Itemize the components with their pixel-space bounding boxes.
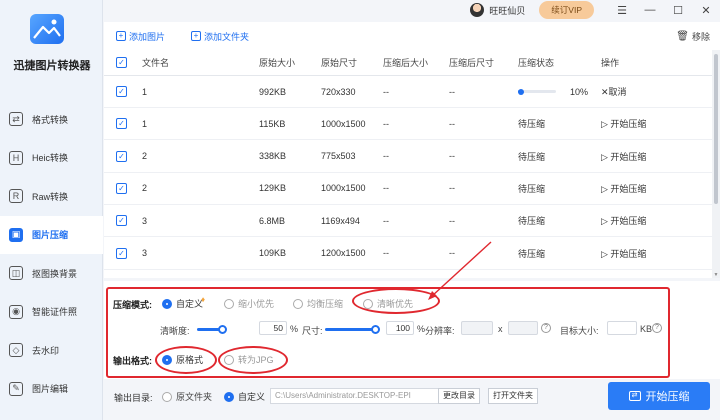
compress-icon: ⇄ [628,391,641,401]
start-compress-label: 开始压缩 [645,391,690,403]
change-dir-button[interactable]: 更改目录 [438,388,480,404]
open-folder-button[interactable]: 打开文件夹 [488,388,538,404]
start-compress-button[interactable]: ⇄ 开始压缩 [608,382,710,410]
radio-dot [162,391,172,402]
output-original-folder-radio[interactable]: 原文件夹 [162,390,212,403]
output-custom-radio[interactable]: 自定义 [224,390,265,403]
annotation-arrow [428,241,492,300]
bottom-bar: 输出目录: 原文件夹 自定义 C:\Users\Administrator.DE… [104,380,720,420]
radio-dot [224,391,234,402]
output-path-input[interactable]: C:\Users\Administrator.DESKTOP-EPI [270,388,456,404]
output-dir-label: 输出目录: [114,393,153,403]
radio-label: 原文件夹 [176,392,213,402]
radio-label: 自定义 [238,392,266,402]
